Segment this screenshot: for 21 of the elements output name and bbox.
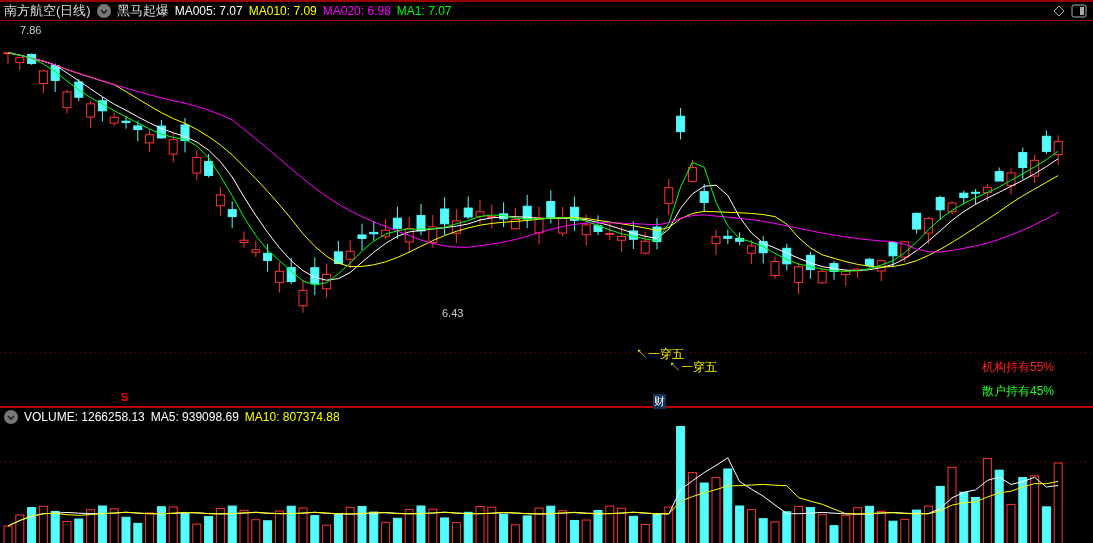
finance-marker[interactable]: 财 — [653, 394, 666, 409]
low-price-label: 6.43 — [442, 307, 464, 319]
volume-value: MA10: 807374.88 — [244, 410, 340, 424]
volume-value: MA5: 939098.69 — [150, 410, 239, 424]
indicator-name: 黑马起爆 — [116, 2, 169, 20]
moving-average-value: MA005: 7.07 — [174, 4, 243, 18]
holding-ratio-label: 散户持有45% — [982, 383, 1055, 400]
signal-label: ↖一穿五 — [636, 346, 684, 362]
diamond-icon[interactable] — [1053, 5, 1065, 17]
dropdown-icon[interactable] — [96, 4, 111, 18]
high-price-label: 7.86 — [20, 24, 42, 36]
moving-average-value: MA010: 7.09 — [248, 4, 317, 18]
moving-average-value: MA020: 6.98 — [322, 4, 391, 18]
s-marker: S — [121, 391, 129, 403]
holding-ratio-label: 机构持有55% — [982, 359, 1055, 376]
panel-icon[interactable] — [1071, 4, 1087, 18]
dropdown-icon[interactable] — [4, 410, 18, 424]
volume-value: VOLUME: 1266258.13 — [24, 410, 145, 424]
moving-average-value: MA1: 7.07 — [396, 4, 452, 18]
stock-title: 南方航空(日线) — [4, 2, 91, 20]
signal-label: ↖一穿五 — [669, 360, 717, 376]
